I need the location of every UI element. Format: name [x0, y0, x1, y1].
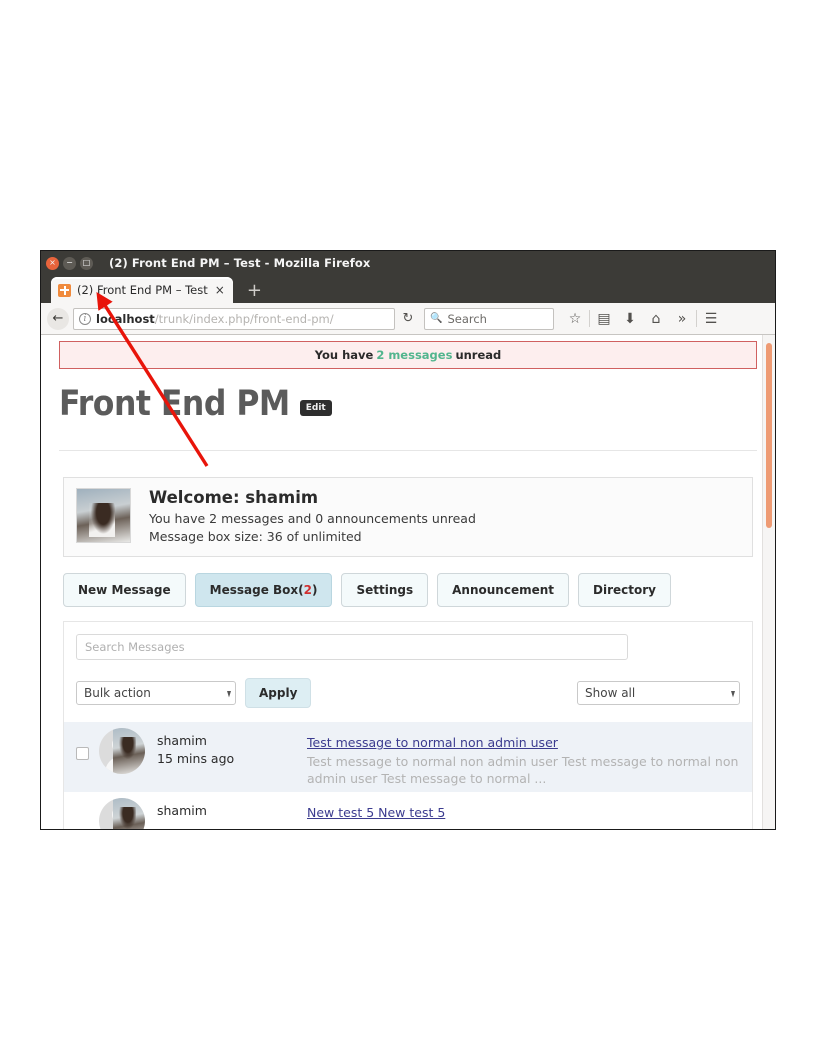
search-messages-input[interactable]: Search Messages [76, 634, 628, 661]
message-box-panel: Search Messages Bulk action ▾ Apply Show… [63, 621, 753, 829]
message-sender: shamim [157, 802, 207, 818]
sender-avatar [99, 797, 145, 829]
bulk-action-value: Bulk action [84, 686, 151, 701]
chevron-down-icon: ▾ [226, 686, 231, 701]
notice-suffix: unread [455, 348, 502, 362]
tab-settings[interactable]: Settings [341, 573, 429, 608]
window-maximize-button[interactable]: □ [80, 256, 93, 270]
show-filter-select[interactable]: Show all ▾ [577, 681, 740, 706]
user-avatar [76, 488, 131, 543]
downloads-icon[interactable]: ⬇ [617, 311, 643, 327]
reload-icon[interactable]: ↻ [395, 311, 421, 326]
url-path: /trunk/index.php/front-end-pm/ [154, 311, 334, 326]
show-filter-value: Show all [585, 686, 636, 701]
back-button[interactable]: ← [47, 307, 69, 330]
url-text: localhost/trunk/index.php/front-end-pm/ [96, 312, 334, 326]
welcome-line-1: You have 2 messages and 0 announcements … [149, 511, 476, 526]
edit-badge-button[interactable]: Edit [299, 399, 332, 416]
header-divider [59, 450, 757, 451]
address-bar[interactable]: i localhost/trunk/index.php/front-end-pm… [73, 307, 395, 330]
search-placeholder: Search [447, 311, 487, 326]
fepm-nav-tabs: New Message Message Box(2) Settings Anno… [63, 573, 753, 608]
page-viewport: You have 2 messages unread Front End PM … [41, 335, 775, 829]
bulk-action-select[interactable]: Bulk action ▾ [76, 681, 236, 706]
notice-prefix: You have [314, 348, 374, 362]
message-body: Test message to normal non admin user Te… [307, 728, 740, 787]
message-row[interactable]: shamim New test 5 New test 5 [64, 791, 752, 829]
tab-strip: (2) Front End PM – Test × + [41, 275, 775, 303]
page-scrollbar-thumb[interactable] [766, 343, 772, 528]
avatar-photo [113, 728, 145, 775]
browser-toolbar: ← i localhost/trunk/index.php/front-end-… [41, 303, 775, 335]
window-close-button[interactable]: × [46, 256, 59, 270]
toolbar-icons: ☆ ▤ ⬇ ⌂ » ☰ [562, 310, 724, 327]
search-icon: 🔍 [430, 313, 443, 324]
tab-message-box-suffix: ) [311, 583, 318, 598]
browser-window: × − □ (2) Front End PM – Test - Mozilla … [40, 250, 776, 830]
message-subject-link[interactable]: Test message to normal non admin user [307, 735, 558, 752]
message-meta: shamim [157, 798, 307, 820]
bookmark-star-icon[interactable]: ☆ [562, 311, 588, 327]
toolbar-divider-2 [696, 310, 697, 327]
browser-search-field[interactable]: 🔍 Search [424, 307, 554, 330]
welcome-text: Welcome: shamim You have 2 messages and … [149, 488, 476, 546]
site-info-icon[interactable]: i [79, 312, 91, 325]
list-controls: Bulk action ▾ Apply Show all ▾ [76, 678, 740, 709]
chevron-down-icon-2: ▾ [730, 686, 735, 701]
sender-avatar [99, 728, 145, 775]
window-title: (2) Front End PM – Test - Mozilla Firefo… [109, 256, 371, 270]
message-body: New test 5 New test 5 [307, 798, 740, 822]
tab-label: (2) Front End PM – Test [77, 283, 208, 297]
browser-tab-front-end-pm[interactable]: (2) Front End PM – Test × [51, 277, 233, 303]
toolbar-divider [589, 310, 590, 327]
notice-count: 2 messages [376, 348, 453, 362]
window-minimize-button[interactable]: − [63, 256, 76, 270]
page-scrollbar[interactable] [762, 335, 775, 829]
page-content: You have 2 messages unread Front End PM … [41, 341, 775, 829]
welcome-line-2: Message box size: 36 of unlimited [149, 529, 362, 545]
welcome-box: Welcome: shamim You have 2 messages and … [63, 477, 753, 558]
message-select-checkbox[interactable] [76, 747, 89, 761]
tab-message-box[interactable]: Message Box(2) [194, 573, 333, 608]
page-title: Front End PM [59, 384, 290, 424]
tab-announcement[interactable]: Announcement [437, 573, 570, 608]
tab-new-message[interactable]: New Message [63, 573, 186, 608]
tab-message-box-count: 2 [303, 583, 312, 598]
welcome-heading: Welcome: shamim [149, 488, 319, 507]
message-excerpt: Test message to normal non admin user Te… [307, 754, 739, 787]
message-subject-link[interactable]: New test 5 New test 5 [307, 805, 445, 822]
screenshot-root: × − □ (2) Front End PM – Test - Mozilla … [0, 0, 816, 1056]
home-icon[interactable]: ⌂ [643, 311, 669, 327]
tab-message-box-label: Message Box( [209, 583, 304, 598]
favicon-icon [58, 283, 71, 297]
hamburger-menu-icon[interactable]: ☰ [698, 311, 724, 327]
apply-button[interactable]: Apply [245, 678, 312, 709]
overflow-chevron-icon[interactable]: » [669, 311, 695, 327]
window-titlebar: × − □ (2) Front End PM – Test - Mozilla … [41, 251, 775, 275]
search-messages-placeholder: Search Messages [85, 640, 185, 655]
library-icon[interactable]: ▤ [591, 311, 617, 327]
message-meta: shamim 15 mins ago [157, 728, 307, 768]
url-host: localhost [96, 311, 155, 326]
message-row[interactable]: shamim 15 mins ago Test message to norma… [64, 722, 752, 792]
tab-close-icon[interactable]: × [215, 284, 225, 296]
new-tab-button[interactable]: + [247, 282, 262, 300]
tab-directory[interactable]: Directory [578, 573, 671, 608]
unread-notice-banner: You have 2 messages unread [59, 341, 757, 369]
message-list: shamim 15 mins ago Test message to norma… [64, 722, 752, 829]
message-sender: shamim [157, 733, 207, 749]
message-time: 15 mins ago [157, 751, 235, 767]
site-header: Front End PM Edit [57, 369, 759, 422]
avatar-photo [113, 797, 145, 829]
